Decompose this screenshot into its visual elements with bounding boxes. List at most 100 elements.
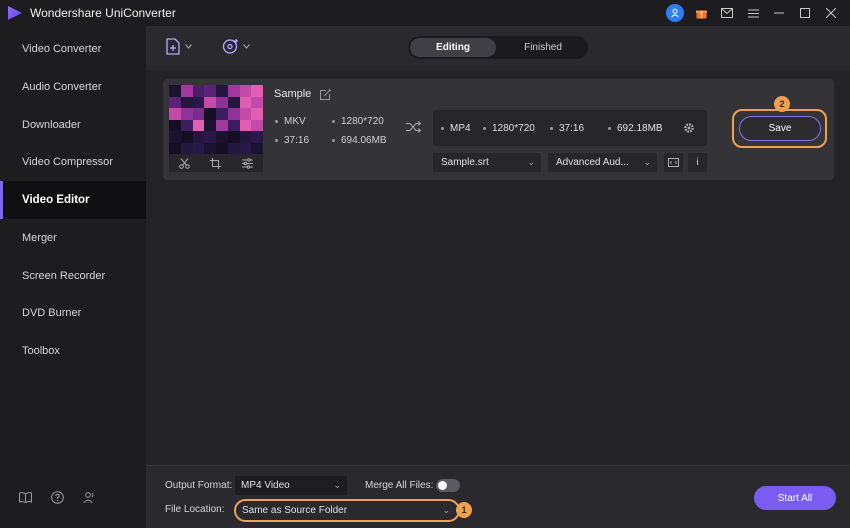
main-header: Editing Finished [146, 26, 850, 70]
thumbnail-tile [192, 142, 205, 154]
thumbnail-tile [192, 108, 205, 120]
thumbnail-tile [227, 108, 240, 120]
thumbnail-tile [180, 142, 193, 154]
thumbnail-tile [239, 108, 252, 120]
chevron-down-icon [243, 44, 250, 49]
output-format-select[interactable]: MP4 Video ⌄ [235, 476, 347, 495]
settings-gear-icon[interactable] [683, 122, 695, 134]
sidebar-item-downloader[interactable]: Downloader [0, 106, 146, 144]
sidebar-item-video-compressor[interactable]: Video Compressor [0, 143, 146, 181]
thumbnail-tile [227, 142, 240, 154]
title-bar: Wondershare UniConverter [0, 0, 850, 26]
target-size: 692.18MB [608, 123, 663, 134]
thumbnail-tile [169, 85, 181, 97]
sidebar-item-dvd-burner[interactable]: DVD Burner [0, 294, 146, 332]
thumbnail-tile [239, 85, 252, 97]
chevron-down-icon: ⌄ [333, 480, 341, 490]
effects-icon[interactable] [241, 157, 253, 169]
video-thumbnail[interactable] [169, 85, 263, 154]
thumbnail-tile [227, 96, 240, 108]
thumbnail-tile [169, 119, 181, 131]
minimize-icon[interactable] [766, 3, 792, 23]
menu-icon[interactable] [740, 3, 766, 23]
subtitle-select[interactable]: Sample.srt ⌄ [433, 153, 541, 172]
user-icon[interactable] [662, 3, 688, 23]
rename-icon[interactable] [320, 89, 331, 100]
preview-screen-icon [668, 158, 679, 167]
edit-tools [169, 154, 263, 172]
trim-icon[interactable] [179, 157, 190, 169]
start-all-button[interactable]: Start All [754, 486, 836, 510]
thumbnail-tile [180, 96, 193, 108]
save-button[interactable]: Save [739, 116, 821, 141]
tab-editing[interactable]: Editing [410, 38, 496, 57]
audio-track-value: Advanced Aud... [556, 157, 629, 168]
sidebar-item-label: Video Compressor [22, 156, 113, 168]
app-title: Wondershare UniConverter [30, 6, 176, 20]
thumbnail-tile [204, 131, 216, 143]
close-icon[interactable] [818, 3, 844, 23]
sidebar-item-screen-recorder[interactable]: Screen Recorder [0, 257, 146, 295]
thumbnail-tile [251, 96, 263, 108]
thumbnail-tile [192, 85, 205, 97]
thumbnail-tile [251, 131, 263, 143]
info-icon: i [696, 157, 699, 168]
source-duration: 37:16 [275, 135, 309, 146]
preview-button[interactable] [664, 153, 683, 172]
thumbnail-tile [180, 108, 193, 120]
bottom-bar: Output Format: MP4 Video ⌄ Merge All Fil… [146, 465, 850, 528]
account-icon[interactable] [82, 490, 96, 504]
gift-icon[interactable] [688, 3, 714, 23]
thumbnail-tile [216, 131, 228, 143]
source-size: 694.06MB [332, 135, 387, 146]
thumbnail-tile [227, 119, 240, 131]
thumbnail-tile [180, 119, 193, 131]
thumbnail-tile [251, 142, 263, 154]
toggle-knob [438, 481, 447, 490]
info-button[interactable]: i [688, 153, 707, 172]
help-icon[interactable] [50, 490, 64, 504]
thumbnail-tile [204, 119, 216, 131]
target-format-value: MP4 [450, 123, 471, 134]
output-settings[interactable]: MP4 1280*720 37:16 692.18MB [433, 110, 707, 146]
source-duration-value: 37:16 [284, 135, 310, 146]
thumbnail-tile [180, 131, 193, 143]
chevron-down-icon: ⌄ [643, 157, 651, 167]
sidebar-footer [18, 490, 96, 504]
thumbnail-tile [204, 96, 216, 108]
sidebar-item-merger[interactable]: Merger [0, 219, 146, 257]
sidebar-item-video-converter[interactable]: Video Converter [0, 30, 146, 68]
sidebar-item-video-editor[interactable]: Video Editor [0, 181, 146, 219]
chevron-down-icon: ⌄ [442, 505, 450, 515]
sidebar-item-toolbox[interactable]: Toolbox [0, 332, 146, 370]
target-duration: 37:16 [550, 123, 584, 134]
crop-icon[interactable] [210, 157, 222, 169]
audio-track-select[interactable]: Advanced Aud... ⌄ [548, 153, 657, 172]
add-media-button[interactable] [222, 38, 250, 55]
status-tabs: Editing Finished [408, 36, 588, 59]
file-location-select[interactable]: Same as Source Folder ⌄ [236, 501, 456, 520]
thumbnail-tile [180, 85, 193, 97]
sidebar-item-audio-converter[interactable]: Audio Converter [0, 68, 146, 106]
target-duration-value: 37:16 [559, 123, 585, 134]
sidebar-item-label: Audio Converter [22, 81, 102, 93]
book-icon[interactable] [18, 490, 32, 504]
mail-icon[interactable] [714, 3, 740, 23]
target-size-value: 692.18MB [617, 123, 663, 134]
thumbnail-tile [192, 96, 205, 108]
target-resolution-value: 1280*720 [492, 123, 535, 134]
thumbnail-tile [169, 131, 181, 143]
merge-all-toggle[interactable] [436, 479, 460, 492]
thumbnail-tile [239, 96, 252, 108]
source-format-value: MKV [284, 116, 306, 127]
merge-all-label: Merge All Files: [365, 480, 434, 491]
output-format-value: MP4 Video [241, 480, 290, 491]
maximize-icon[interactable] [792, 3, 818, 23]
add-file-icon [166, 38, 180, 55]
sidebar-item-label: Video Editor [22, 194, 90, 206]
target-resolution: 1280*720 [483, 123, 535, 134]
add-files-button[interactable] [166, 38, 192, 55]
target-format: MP4 [441, 123, 471, 134]
tab-finished[interactable]: Finished [500, 38, 586, 57]
file-location-value: Same as Source Folder [242, 505, 348, 516]
